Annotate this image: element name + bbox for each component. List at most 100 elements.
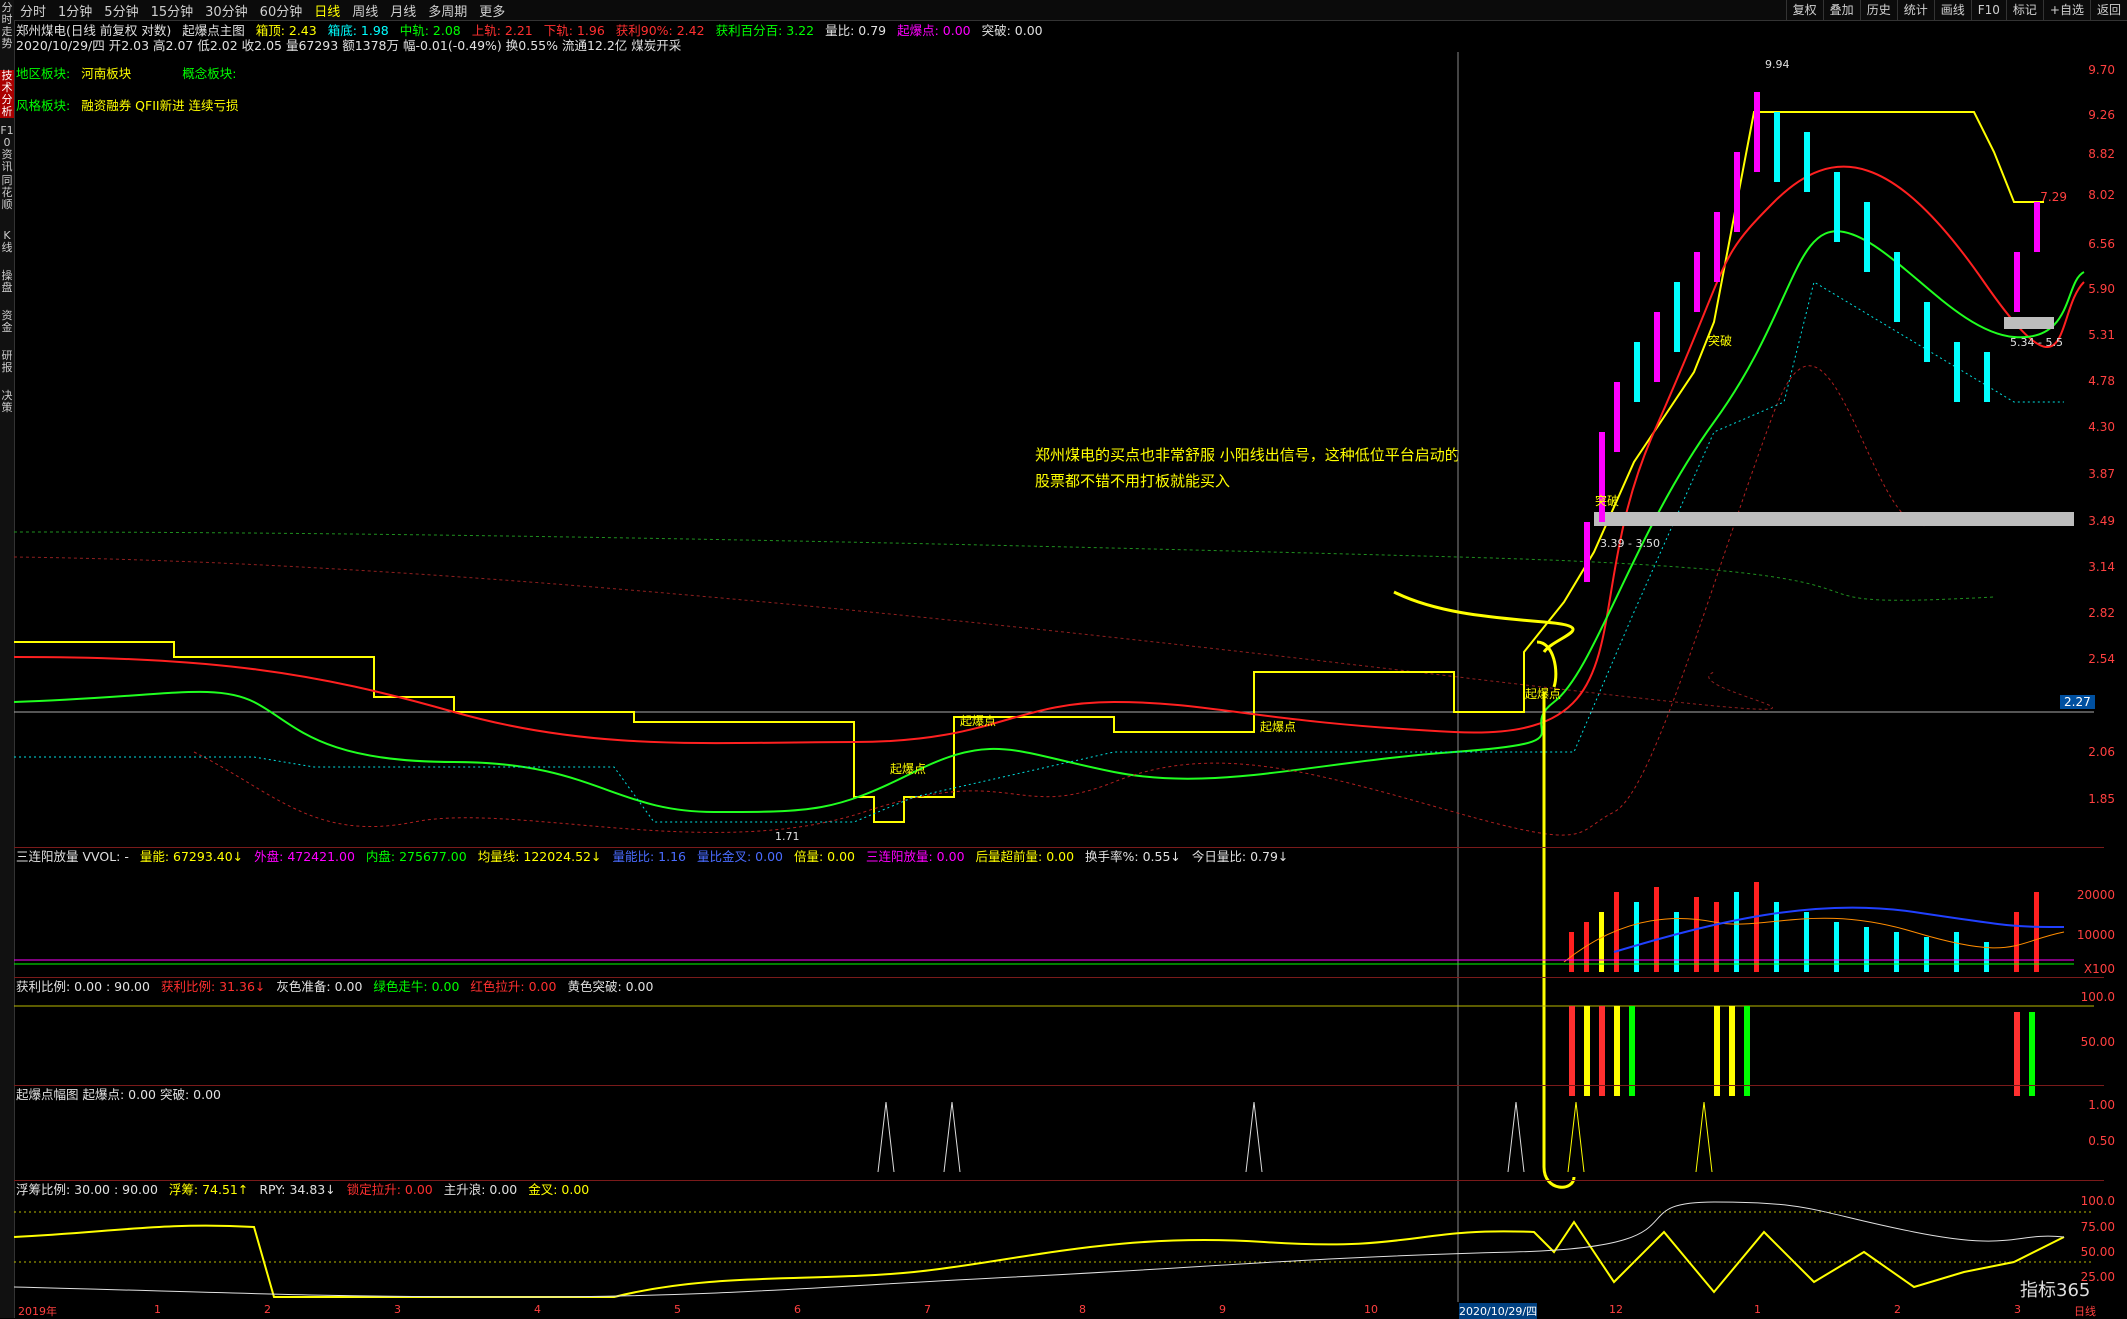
price-tick: 5.90 <box>2088 282 2115 296</box>
left-tab-8[interactable]: 决策 <box>0 390 14 414</box>
x-tick: 3 <box>394 1303 401 1316</box>
profit-pct: 获利百分百: 3.22 <box>715 23 815 38</box>
float-field: 金叉: 0.00 <box>528 1182 590 1197</box>
chart-canvas[interactable] <box>14 52 2094 1302</box>
tf-3[interactable]: 15分钟 <box>145 1 200 20</box>
profit-field: 绿色走牛: 0.00 <box>373 979 460 994</box>
vol-field: 量能比: 1.16 <box>612 849 686 864</box>
high-label: 9.94 <box>1765 58 1790 71</box>
vol-field: 今日量比: 0.79↓ <box>1191 849 1289 864</box>
tb-fanhui[interactable]: 返回 <box>2089 0 2127 20</box>
profit-90: 获利90%: 2.42 <box>615 23 705 38</box>
lower-band-line <box>193 365 1935 836</box>
float-lines <box>14 1201 2094 1298</box>
tb-lishi[interactable]: 历史 <box>1859 0 1897 20</box>
vol-axis: 10000 <box>2076 928 2115 942</box>
volume-panel-header: 三连阳放量 VVOL: - 量能: 67293.40↓ 外盘: 472421.0… <box>16 849 1295 865</box>
left-tab-7[interactable]: 研报 <box>0 350 14 374</box>
x-tick-current: 2020/10/29/四 <box>1459 1303 1538 1319</box>
qbd-mark-3: 起爆点 <box>1260 720 1297 734</box>
tf-9[interactable]: 多周期 <box>422 1 473 20</box>
profit-axis: 100.0 <box>2080 990 2115 1004</box>
price-tick: 4.78 <box>2088 374 2115 388</box>
tf-8[interactable]: 月线 <box>384 1 422 20</box>
price-tick: 1.85 <box>2088 792 2115 806</box>
price-tick: 6.56 <box>2088 237 2115 251</box>
panel-border-qbd <box>14 1085 2104 1086</box>
hand-drawn-arrow <box>1393 590 1576 1189</box>
tb-zixuan[interactable]: +自选 <box>2042 0 2090 20</box>
left-tab-2[interactable]: F10资讯 <box>0 125 14 173</box>
panel-border-float <box>14 1180 2104 1181</box>
vol-axis: X100 <box>2083 962 2115 976</box>
volume-bars <box>14 882 2074 972</box>
price-tick: 2.06 <box>2088 745 2115 759</box>
tf-2[interactable]: 5分钟 <box>98 1 144 20</box>
vol-field: 内盘: 275677.00 <box>365 849 467 864</box>
box-bottom: 箱底: 1.98 <box>327 23 389 38</box>
x-tick: 3 <box>2014 1303 2021 1316</box>
float-axis: 50.00 <box>2080 1245 2115 1259</box>
x-axis: 2019年 1 2 3 4 5 6 7 8 9 10 2020/10/29/四 … <box>14 1303 2127 1319</box>
box-top: 箱顶: 2.43 <box>255 23 317 38</box>
tf-10[interactable]: 更多 <box>473 1 511 20</box>
candles <box>1584 92 2040 582</box>
vol-field: 量比金叉: 0.00 <box>696 849 783 864</box>
panel-border-profit <box>14 977 2104 978</box>
tb-tongji[interactable]: 统计 <box>1896 0 1934 20</box>
x-tick: 2 <box>264 1303 271 1316</box>
profit-field: 黄色突破: 0.00 <box>567 979 654 994</box>
tf-7[interactable]: 周线 <box>346 1 384 20</box>
price-tick: 4.30 <box>2088 420 2115 434</box>
range1-label: 3.39 - 3.50 <box>1600 537 1660 550</box>
tf-1[interactable]: 1分钟 <box>52 1 98 20</box>
profit-title[interactable]: 获利比例: 0.00 : 90.00 <box>16 979 150 994</box>
qbd-title[interactable]: 起爆点幅图 起爆点: 0.00 突破: 0.00 <box>16 1087 221 1102</box>
tf-0[interactable]: 分时 <box>14 1 52 20</box>
tupo-mark-1: 突破 <box>1595 494 1620 508</box>
tb-biaoji[interactable]: 标记 <box>2005 0 2043 20</box>
x-tick: 2 <box>1894 1303 1901 1316</box>
x-tick: 4 <box>534 1303 541 1316</box>
indicator-name[interactable]: 起爆点主图 <box>182 23 245 38</box>
left-tab-1[interactable]: 技术分析 <box>0 70 14 118</box>
left-tab-5[interactable]: 操盘 <box>0 270 14 294</box>
lower-band: 下轨: 1.96 <box>543 23 605 38</box>
float-title[interactable]: 浮筹比例: 30.00 : 90.00 <box>16 1182 158 1197</box>
price-tick: 8.02 <box>2088 188 2115 202</box>
upper-band: 上轨: 2.21 <box>471 23 533 38</box>
qbd-mark-2: 起爆点 <box>960 714 997 728</box>
left-tab-4[interactable]: K线 <box>0 230 14 254</box>
low-label: 1.71 <box>775 830 800 843</box>
price-tick: 3.49 <box>2088 514 2115 528</box>
x-tick: 6 <box>794 1303 801 1316</box>
range-box-2 <box>2004 317 2054 329</box>
tf-4[interactable]: 30分钟 <box>199 1 254 20</box>
vol-field: 换手率%: 0.55↓ <box>1085 849 1181 864</box>
tf-5[interactable]: 60分钟 <box>254 1 309 20</box>
tb-huaxian[interactable]: 画线 <box>1933 0 1971 20</box>
profit-axis: 50.00 <box>2080 1035 2115 1049</box>
stock-name: 郑州煤电(日线 前复权 对数) <box>16 23 172 38</box>
vol-title[interactable]: 三连阳放量 VVOL: - <box>16 849 129 864</box>
x-tick: 日线 <box>2074 1305 2096 1318</box>
tupo-mark-2: 突破 <box>1708 334 1733 348</box>
vol-axis: 20000 <box>2076 888 2115 902</box>
profit-field: 灰色准备: 0.00 <box>276 979 363 994</box>
x-tick: 9 <box>1219 1303 1226 1316</box>
tupo-value: 突破: 0.00 <box>981 23 1043 38</box>
long-ma-red <box>14 556 1773 710</box>
tf-6[interactable]: 日线 <box>308 1 346 20</box>
x-tick: 2019年 <box>18 1305 57 1318</box>
price-tick: 2.54 <box>2088 652 2115 666</box>
vol-field: 量能: 67293.40↓ <box>139 849 244 864</box>
tb-diejia[interactable]: 叠加 <box>1822 0 1860 20</box>
tb-f10[interactable]: F10 <box>1970 0 2006 20</box>
left-tab-3[interactable]: 同花顺 <box>0 175 14 211</box>
tb-fuquan[interactable]: 复权 <box>1785 0 1823 20</box>
range-box-1 <box>1594 512 2074 526</box>
price-tick: 8.82 <box>2088 147 2115 161</box>
left-tab-6[interactable]: 资金 <box>0 310 14 334</box>
left-tab-0[interactable]: 分时走势 <box>0 2 14 50</box>
range2-label: 5.34 - 5.5 <box>2010 336 2063 349</box>
